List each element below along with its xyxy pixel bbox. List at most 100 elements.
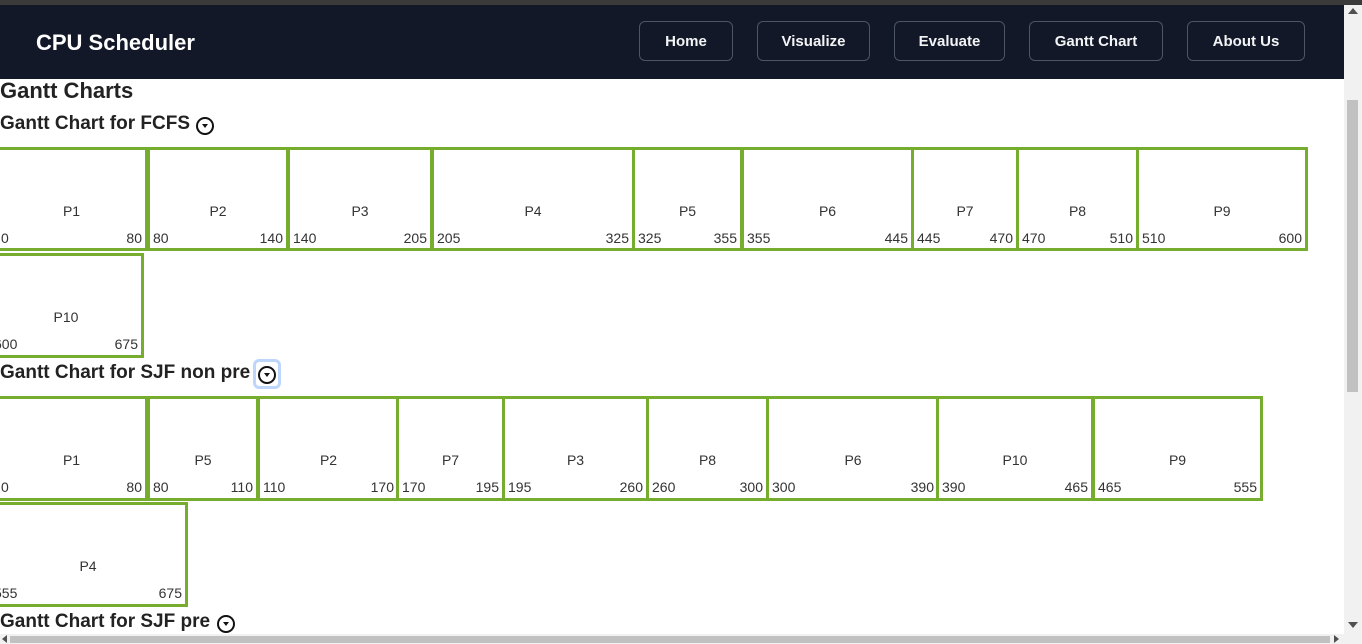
gantt-process-label: P7 [441,452,460,468]
scroll-left-arrow-icon[interactable] [2,635,7,643]
gantt-block: P3 140 205 [287,147,433,251]
gantt-start-time: 300 [772,479,796,495]
gantt-block: P6 355 445 [741,147,914,251]
gantt-process-label: P1 [62,452,81,468]
section-title-fcfs: Gantt Chart for FCFS [0,113,190,134]
gantt-end-time: 140 [259,230,283,246]
gantt-process-label: P9 [1168,452,1187,468]
gantt-block: P2 110 170 [257,396,400,501]
gantt-block: P10 600 675 [0,253,144,358]
gantt-process-label: P8 [698,452,717,468]
gantt-end-time: 80 [126,479,142,495]
gantt-process-label: P5 [678,203,697,219]
gantt-end-time: 110 [230,479,253,495]
gantt-end-time: 260 [619,479,643,495]
gantt-process-label: P8 [1068,203,1087,219]
brand-title[interactable]: CPU Scheduler [36,30,195,56]
gantt-end-time: 555 [1233,479,1257,495]
nav-home-button[interactable]: Home [639,21,733,61]
gantt-block: P4 555 675 [0,502,188,607]
gantt-block: P5 325 355 [632,147,743,251]
gantt-end-time: 355 [713,230,737,246]
gantt-start-time: 0 [1,479,9,495]
gantt-process-label: P2 [319,452,338,468]
gantt-process-label: P3 [351,203,369,219]
gantt-block: P4 205 325 [431,147,635,251]
gantt-process-label: P6 [818,203,837,219]
gantt-block: P9 465 555 [1092,396,1263,501]
gantt-block: P7 170 195 [396,396,505,501]
gantt-end-time: 600 [1278,230,1302,246]
gantt-process-label: P10 [53,309,79,325]
gantt-block: P2 80 140 [147,147,289,251]
gantt-start-time: 470 [1022,230,1046,246]
gantt-start-time: 0 [1,230,9,246]
gantt-end-time: 675 [114,336,138,352]
gantt-end-time: 205 [403,230,427,246]
gantt-process-label: P5 [194,452,212,468]
main-content: Gantt Charts Gantt Chart for FCFS P1 0 80 P… [0,79,1344,634]
section-title-sjf-non-pre: Gantt Chart for SJF non pre [0,362,251,383]
gantt-block: P3 195 260 [502,396,649,501]
chevron-down-icon[interactable] [196,117,214,135]
gantt-start-time: 80 [153,479,169,495]
gantt-start-time: 510 [1142,230,1166,246]
chevron-down-icon[interactable] [258,366,276,384]
gantt-process-label: P3 [566,452,585,468]
gantt-start-time: 445 [917,230,941,246]
gantt-start-time: 260 [652,479,676,495]
gantt-block: P9 510 600 [1136,147,1308,251]
gantt-start-time: 195 [508,479,532,495]
gantt-start-time: 465 [1098,479,1122,495]
gantt-block: P6 300 390 [766,396,940,501]
vertical-scrollbar-thumb[interactable] [1347,100,1358,392]
gantt-block: P1 0 80 [0,396,148,501]
gantt-start-time: 355 [747,230,771,246]
gantt-end-time: 195 [475,479,499,495]
gantt-process-label: P1 [62,203,81,219]
navbar: CPU Scheduler Home Visualize Evaluate Ga… [0,5,1344,79]
scroll-up-arrow-icon[interactable] [1348,8,1358,14]
gantt-process-label: P7 [956,203,974,219]
nav-about-us-button[interactable]: About Us [1187,21,1305,61]
gantt-process-label: P6 [844,452,862,468]
gantt-end-time: 390 [910,479,934,495]
gantt-start-time: 555 [0,585,18,601]
nav-gantt-chart-button[interactable]: Gantt Chart [1029,21,1163,61]
section-title-sjf-pre: Gantt Chart for SJF pre [0,611,211,632]
gantt-start-time: 390 [942,479,966,495]
gantt-end-time: 325 [605,230,629,246]
gantt-block: P8 470 510 [1016,147,1139,251]
gantt-start-time: 80 [153,230,169,246]
gantt-block: P10 390 465 [936,396,1094,501]
gantt-end-time: 465 [1064,479,1088,495]
gantt-start-time: 600 [0,336,18,352]
chevron-down-icon[interactable] [217,615,235,633]
gantt-block: P5 80 110 [147,396,259,501]
gantt-process-label: P4 [524,203,542,219]
gantt-process-label: P9 [1213,203,1231,219]
gantt-process-label: P10 [1002,452,1028,468]
gantt-end-time: 675 [158,585,182,601]
gantt-start-time: 170 [402,479,426,495]
gantt-start-time: 110 [263,479,286,495]
gantt-end-time: 80 [126,230,142,246]
scroll-down-arrow-icon[interactable] [1348,622,1358,628]
gantt-end-time: 445 [884,230,908,246]
nav-evaluate-button[interactable]: Evaluate [894,21,1005,61]
scroll-right-arrow-icon[interactable] [1334,635,1339,643]
gantt-start-time: 205 [437,230,461,246]
horizontal-scrollbar-thumb[interactable] [10,636,1330,643]
gantt-block: P8 260 300 [646,396,769,501]
gantt-start-time: 325 [638,230,662,246]
gantt-block: P7 445 470 [911,147,1019,251]
gantt-start-time: 140 [293,230,317,246]
gantt-end-time: 510 [1109,230,1133,246]
gantt-end-time: 470 [989,230,1013,246]
gantt-end-time: 170 [370,479,394,495]
gantt-end-time: 300 [739,479,763,495]
gantt-process-label: P4 [79,558,97,574]
gantt-block: P1 0 80 [0,147,148,251]
page-title: Gantt Charts [0,79,134,103]
nav-visualize-button[interactable]: Visualize [757,21,870,61]
